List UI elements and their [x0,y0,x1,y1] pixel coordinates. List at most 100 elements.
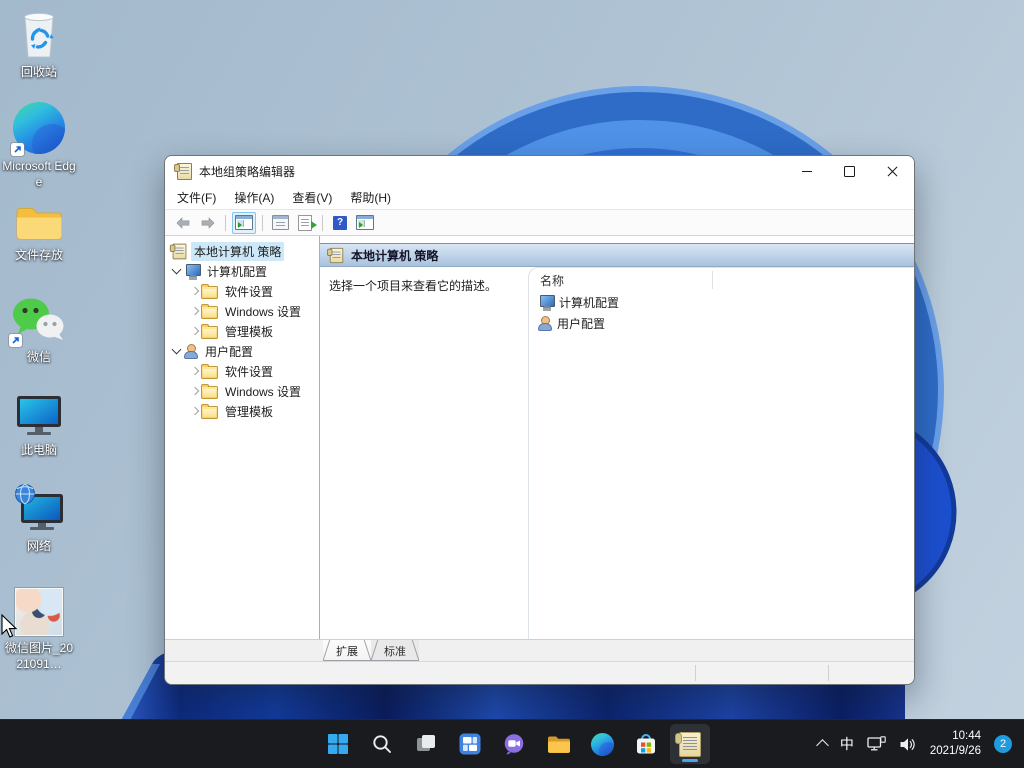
image-thumbnail [15,588,63,636]
view-tabs: 扩展 标准 [165,639,914,661]
tree-item-windows-settings[interactable]: Windows 设置 [165,301,319,321]
desktop: 回收站 Microsoft Edge 文件存放 [0,0,1024,768]
chevron-right-icon[interactable] [188,305,201,318]
desktop-icon-label: Microsoft Edge [2,159,76,191]
ime-indicator[interactable]: 中 [840,734,854,754]
network-tray-icon[interactable] [867,736,886,752]
tree-item-computer-config[interactable]: 计算机配置 [165,261,319,281]
folder-icon [201,326,218,339]
tree-item-user-config[interactable]: 用户配置 [165,341,319,361]
minimize-button[interactable] [785,156,828,186]
desktop-icon-label: 此电脑 [21,443,57,459]
menu-action[interactable]: 操作(A) [225,186,283,209]
start-button[interactable] [318,724,358,764]
show-console-tree-icon[interactable] [232,212,256,234]
folder-icon [14,203,64,243]
network-icon [12,484,66,534]
tree-item-windows-settings[interactable]: Windows 设置 [165,381,319,401]
computer-icon [183,264,200,279]
menu-help[interactable]: 帮助(H) [341,186,400,209]
edge-icon [13,102,65,154]
name-column-header[interactable]: 名称 [529,268,913,292]
group-policy-editor-taskbar-button[interactable] [670,724,710,764]
back-arrow-icon[interactable] [172,213,194,233]
desktop-icon-label: 回收站 [21,65,57,81]
chevron-right-icon[interactable] [188,405,201,418]
export-list-icon[interactable] [294,213,316,233]
menu-file[interactable]: 文件(F) [168,186,225,209]
user-icon [537,316,552,331]
desktop-icon-network[interactable]: 网络 [0,484,78,555]
column-divider[interactable] [712,271,713,289]
desktop-icon-this-pc[interactable]: 此电脑 [0,394,78,459]
folder-icon [201,406,218,419]
desktop-icon-file-storage[interactable]: 文件存放 [0,203,78,264]
desktop-icon-microsoft-edge[interactable]: Microsoft Edge [0,102,78,191]
clock-time: 10:44 [930,729,981,744]
chat-button[interactable] [494,724,534,764]
result-list: 名称 计算机配置 用户配置 [528,267,913,639]
list-item-user-config[interactable]: 用户配置 [529,313,913,334]
this-pc-icon [14,394,64,438]
system-tray: 中 10:44 2021/9/26 2 [818,720,1012,768]
tray-chevron-up-icon[interactable] [816,739,829,752]
task-view-button[interactable] [406,724,446,764]
desktop-icon-label: 文件存放 [15,248,63,264]
status-separator [828,665,829,681]
chevron-right-icon[interactable] [188,365,201,378]
maximize-button[interactable] [828,156,871,186]
group-policy-editor-window: 本地组策略编辑器 文件(F) 操作(A) 查看(V) 帮助(H) [164,155,915,685]
wechat-icon [11,295,67,345]
tab-standard[interactable]: 标准 [371,640,419,661]
desktop-icon-recycle-bin[interactable]: 回收站 [0,10,78,81]
folder-icon [201,306,218,319]
list-item-computer-config[interactable]: 计算机配置 [529,292,913,313]
chevron-down-icon[interactable] [170,345,183,358]
properties-icon[interactable] [269,213,291,233]
notification-badge[interactable]: 2 [994,735,1012,753]
show-action-pane-icon[interactable] [354,213,376,233]
tree-item-label: Windows 设置 [222,302,304,321]
toolbar-separator [262,215,263,231]
tab-extended[interactable]: 扩展 [323,640,371,661]
store-button[interactable] [626,724,666,764]
tree-item-admin-templates[interactable]: 管理模板 [165,321,319,341]
title-bar[interactable]: 本地组策略编辑器 [165,156,914,186]
tree-item-admin-templates[interactable]: 管理模板 [165,401,319,421]
folder-icon [201,386,218,399]
forward-arrow-icon[interactable] [197,213,219,233]
edge-button[interactable] [582,724,622,764]
status-bar [165,661,914,684]
window-title: 本地组策略编辑器 [199,163,295,180]
tree-item-root[interactable]: 本地计算机 策略 [165,241,319,261]
tree-item-software-settings[interactable]: 软件设置 [165,361,319,381]
toolbar [165,209,914,236]
clock-date: 2021/9/26 [930,744,981,759]
menu-bar: 文件(F) 操作(A) 查看(V) 帮助(H) [165,186,914,209]
desktop-icon-wechat[interactable]: 微信 [0,295,78,366]
result-pane-header: 本地计算机 策略 [320,243,914,267]
console-tree: 本地计算机 策略 计算机配置 软件设置 Windows 设置 [165,236,320,639]
list-item-label: 计算机配置 [559,294,619,311]
selection-description: 选择一个项目来查看它的描述。 [329,277,497,294]
help-icon[interactable] [329,213,351,233]
shortcut-arrow-icon [9,334,22,347]
search-button[interactable] [362,724,402,764]
tree-item-software-settings[interactable]: 软件设置 [165,281,319,301]
close-button[interactable] [871,156,914,186]
chevron-right-icon[interactable] [188,385,201,398]
chevron-down-icon[interactable] [170,265,183,278]
scroll-icon [173,243,187,259]
tree-item-label: 用户配置 [202,342,256,361]
chevron-right-icon[interactable] [188,285,201,298]
tree-item-label: 计算机配置 [204,262,270,281]
tree-item-label: 管理模板 [222,402,276,421]
menu-view[interactable]: 查看(V) [283,186,341,209]
tree-item-label: Windows 设置 [222,382,304,401]
widgets-button[interactable] [450,724,490,764]
file-explorer-button[interactable] [538,724,578,764]
tree-item-label: 软件设置 [222,282,276,301]
taskbar-clock[interactable]: 10:44 2021/9/26 [930,729,981,759]
volume-icon[interactable] [899,737,917,752]
chevron-right-icon[interactable] [188,325,201,338]
